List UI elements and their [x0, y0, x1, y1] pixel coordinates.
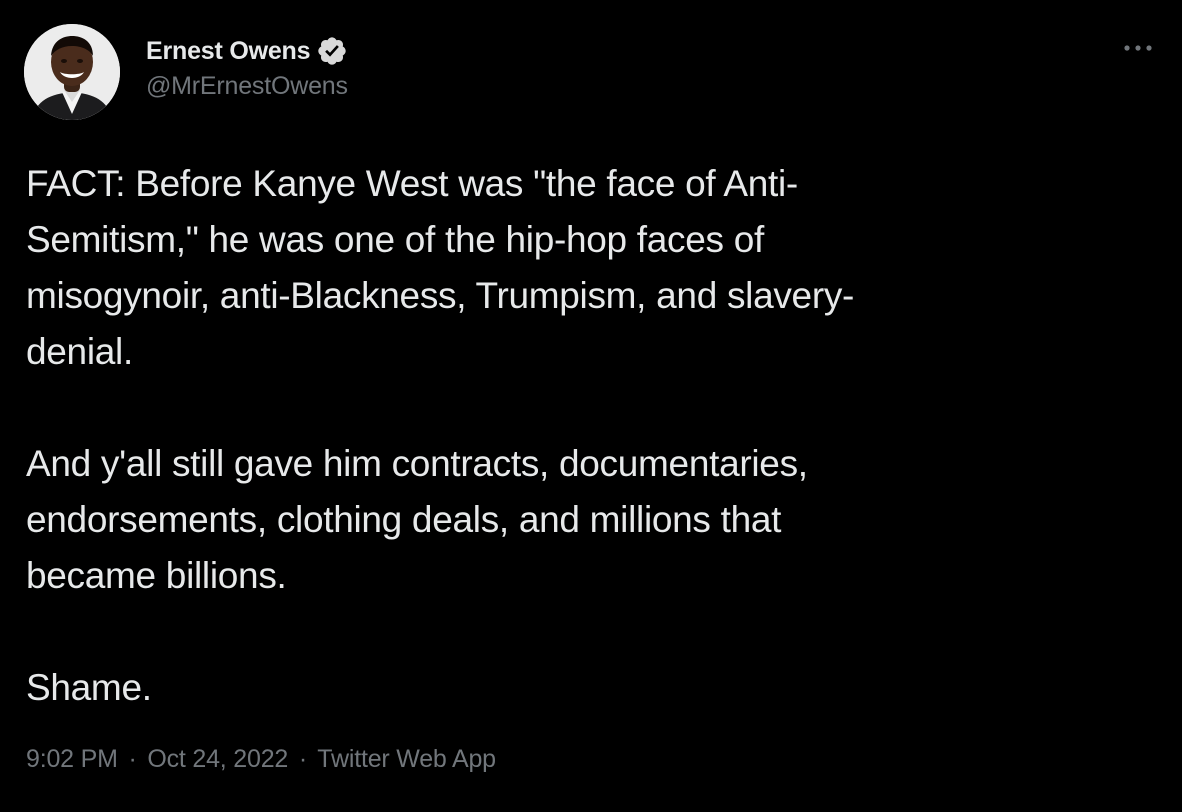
tweet-meta: 9:02 PM · Oct 24, 2022 · Twitter Web App	[26, 745, 496, 774]
author-block: Ernest Owens @MrErnestOwens	[146, 34, 348, 101]
tweet-date[interactable]: Oct 24, 2022	[147, 745, 288, 773]
more-options-icon	[1124, 45, 1152, 51]
tweet-time[interactable]: 9:02 PM	[26, 745, 118, 773]
author-display-name[interactable]: Ernest Owens	[146, 37, 311, 66]
tweet-paragraph: And y'all still gave him contracts, docu…	[26, 443, 808, 596]
avatar[interactable]	[24, 24, 120, 120]
more-options-button[interactable]	[1120, 34, 1156, 62]
tweet-text: FACT: Before Kanye West was "the face of…	[26, 156, 1146, 716]
author-handle[interactable]: @MrErnestOwens	[146, 72, 348, 101]
tweet-card: Ernest Owens @MrErnestOwens FACT: Before…	[0, 0, 1182, 812]
avatar-photo-icon	[24, 24, 120, 120]
tweet-paragraph: Shame.	[26, 667, 152, 708]
tweet-source[interactable]: Twitter Web App	[317, 745, 496, 773]
name-row: Ernest Owens	[146, 34, 348, 68]
meta-separator: ·	[298, 745, 307, 773]
verified-badge-icon[interactable]	[316, 35, 348, 67]
tweet-paragraph: FACT: Before Kanye West was "the face of…	[26, 163, 855, 372]
meta-separator: ·	[128, 745, 137, 773]
